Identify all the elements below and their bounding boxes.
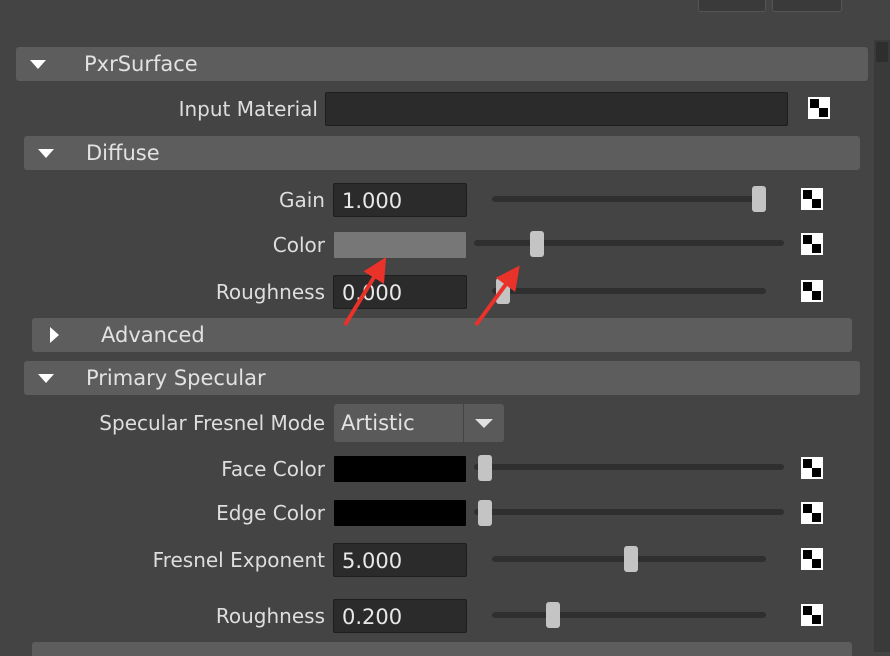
top-toolbar-button-2[interactable] — [772, 0, 842, 12]
diffuse-frame-header[interactable]: Diffuse — [24, 136, 860, 170]
advanced-frame-header[interactable]: Advanced — [32, 318, 852, 352]
specular-roughness-slider-track[interactable] — [492, 612, 766, 618]
input-material-label: Input Material — [178, 97, 318, 121]
checker-map-icon[interactable] — [801, 502, 823, 524]
face-color-swatch[interactable] — [334, 456, 466, 482]
triangle-down-icon — [38, 373, 54, 383]
specular-roughness-label: Roughness — [215, 604, 325, 628]
chevron-down-icon — [475, 418, 493, 428]
specular-roughness-slider-thumb[interactable] — [546, 602, 560, 628]
edge-color-slider-track[interactable] — [474, 509, 784, 515]
checker-map-icon[interactable] — [801, 233, 823, 255]
edge-color-swatch[interactable] — [334, 500, 466, 526]
triangle-right-icon — [50, 327, 59, 343]
fresnel-exponent-label: Fresnel Exponent — [152, 548, 325, 572]
diffuse-roughness-slider-track[interactable] — [492, 288, 766, 294]
gain-slider-thumb[interactable] — [752, 186, 766, 212]
dropdown-button[interactable] — [463, 404, 504, 442]
fresnel-mode-value: Artistic — [341, 411, 415, 435]
gain-slider-track[interactable] — [492, 196, 766, 202]
checker-map-icon[interactable] — [808, 97, 830, 119]
triangle-down-icon — [30, 59, 46, 69]
face-color-slider-track[interactable] — [474, 464, 784, 470]
frame-title: Advanced — [101, 323, 205, 347]
fresnel-mode-dropdown[interactable]: Artistic — [334, 404, 504, 442]
frame-title: PxrSurface — [84, 52, 198, 76]
color-label: Color — [272, 233, 325, 257]
scrollbar-thumb[interactable] — [876, 42, 888, 62]
fresnel-exponent-field[interactable]: 5.000 — [333, 543, 467, 577]
next-frame-header[interactable] — [32, 642, 852, 656]
top-toolbar-button-1[interactable] — [698, 0, 766, 12]
checker-map-icon[interactable] — [801, 548, 823, 570]
scrollbar-track[interactable] — [874, 40, 890, 652]
face-color-slider-thumb[interactable] — [478, 455, 492, 481]
color-slider-track[interactable] — [474, 240, 784, 246]
frame-title: Primary Specular — [86, 366, 266, 390]
checker-map-icon[interactable] — [801, 280, 823, 302]
color-swatch[interactable] — [334, 232, 466, 258]
diffuse-roughness-slider-thumb[interactable] — [496, 278, 510, 304]
specular-roughness-field[interactable]: 0.200 — [333, 599, 467, 633]
gain-label: Gain — [279, 188, 325, 212]
edge-color-label: Edge Color — [216, 501, 325, 525]
primary-specular-frame-header[interactable]: Primary Specular — [24, 361, 860, 395]
face-color-label: Face Color — [221, 457, 325, 481]
fresnel-mode-label: Specular Fresnel Mode — [99, 411, 325, 435]
input-material-field[interactable] — [325, 92, 788, 126]
gain-field[interactable]: 1.000 — [333, 183, 467, 217]
triangle-down-icon — [38, 148, 54, 158]
frame-title: Diffuse — [86, 141, 160, 165]
fresnel-exponent-slider-thumb[interactable] — [624, 546, 638, 572]
edge-color-slider-thumb[interactable] — [478, 500, 492, 526]
pxrsurface-frame-header[interactable]: PxrSurface — [16, 47, 868, 81]
color-slider-thumb[interactable] — [530, 231, 544, 257]
diffuse-roughness-label: Roughness — [215, 280, 325, 304]
checker-map-icon[interactable] — [801, 188, 823, 210]
checker-map-icon[interactable] — [801, 604, 823, 626]
diffuse-roughness-field[interactable]: 0.000 — [333, 275, 467, 309]
checker-map-icon[interactable] — [801, 457, 823, 479]
